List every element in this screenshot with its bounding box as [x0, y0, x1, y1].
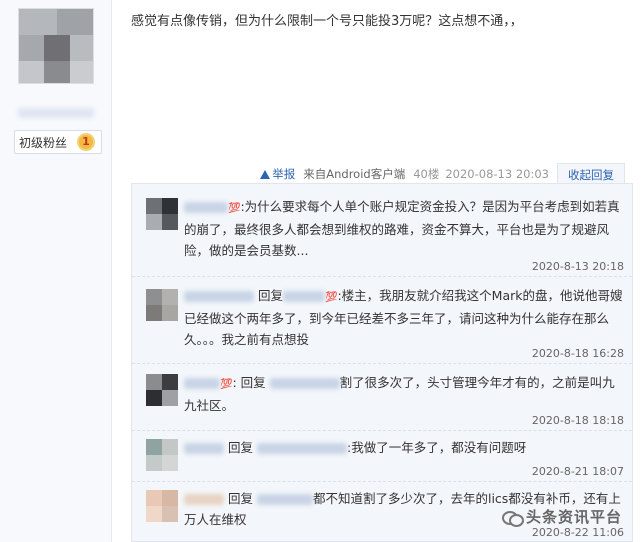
reply-avatar[interactable] [146, 289, 178, 321]
report-label: 举报 [272, 167, 296, 181]
watermark-text: 头条资讯平台 [525, 508, 622, 526]
hot-badge: 💯 [325, 292, 338, 303]
reply-username-blurred[interactable] [184, 378, 220, 389]
replied-username-blurred[interactable] [269, 378, 340, 389]
reply-to-label: 回复 [227, 491, 253, 506]
post-meta-bar: 举报 来自Android客户端 40楼 2020-08-13 20:03 收起回… [260, 162, 625, 186]
reply-body: 💯: 回复 割了很多次了，头寸管理今年才有的，之前是叫九九社区。 [184, 375, 615, 413]
reply-to-label: 回复 [240, 375, 266, 390]
fan-level-label: 初级粉丝 [19, 135, 68, 150]
warning-icon [260, 169, 271, 179]
reply-username-blurred[interactable] [184, 291, 254, 302]
fan-level-badge[interactable]: 初级粉丝 1 [14, 130, 102, 154]
reply-body: 回复 :我做了一年多了，都没有问题呀 [184, 437, 624, 458]
reply-list: 💯:为什么要求每个人单个账户规定资金投入？是因为平台考虑到如若真的崩了，最终很多… [131, 183, 633, 542]
replied-username-blurred[interactable] [283, 291, 325, 302]
hot-badge: 💯 [220, 379, 233, 390]
post-timestamp: 2020-08-13 20:03 [445, 167, 549, 181]
reply-avatar[interactable] [146, 374, 178, 406]
replied-username-blurred[interactable] [256, 494, 313, 505]
reply-timestamp: 2020-8-18 16:28 [531, 347, 624, 360]
user-sidebar: 初级粉丝 1 [0, 0, 112, 542]
hot-badge: 💯 [228, 203, 241, 214]
username-blurred[interactable] [18, 108, 94, 118]
reply-text: :为什么要求每个人单个账户规定资金投入？是因为平台考虑到如若真的崩了，最终很多人… [184, 199, 620, 258]
report-link[interactable]: 举报 [260, 166, 295, 182]
reply-avatar[interactable] [146, 490, 178, 522]
post-source: 来自Android客户端 [303, 167, 406, 181]
reply-item: 回复 :我做了一年多了，都没有问题呀 2020-8-21 18:07 [132, 431, 632, 482]
reply-item: 💯:为什么要求每个人单个账户规定资金投入？是因为平台考虑到如若真的崩了，最终很多… [132, 184, 632, 277]
reply-username-blurred[interactable] [184, 494, 224, 505]
reply-username-blurred[interactable] [184, 202, 228, 213]
reply-to-label: 回复 [257, 288, 283, 303]
watermark: 头条资讯平台 [501, 506, 622, 527]
replied-username-blurred[interactable] [256, 443, 347, 454]
reply-timestamp: 2020-8-21 18:07 [531, 465, 624, 478]
reply-timestamp: 2020-8-18 18:18 [531, 414, 624, 427]
medal-icon: 1 [77, 133, 95, 151]
reply-text: :我做了一年多了，都没有问题呀 [346, 440, 527, 455]
reply-item: 回复 💯:楼主，我朋友就介绍我这个Mark的盘，他说他哥嫂已经做这个两年多了，到今… [132, 277, 632, 364]
reply-username-blurred[interactable] [184, 443, 224, 454]
reply-body: 回复 💯:楼主，我朋友就介绍我这个Mark的盘，他说他哥嫂已经做这个两年多了，到今… [184, 285, 624, 350]
reply-to-label: 回复 [227, 440, 253, 455]
post-content: 感觉有点像传销，但为什么限制一个号只能投3万呢？这点想不通，， [131, 14, 523, 29]
user-avatar[interactable] [18, 8, 94, 84]
reply-avatar[interactable] [146, 198, 178, 230]
chat-bubbles-icon [501, 510, 524, 527]
reply-timestamp: 2020-8-13 20:18 [531, 260, 624, 273]
post-floor: 40楼 [413, 167, 440, 181]
reply-body: 💯:为什么要求每个人单个账户规定资金投入？是因为平台考虑到如若真的崩了，最终很多… [184, 196, 624, 261]
reply-item: 💯: 回复 割了很多次了，头寸管理今年才有的，之前是叫九九社区。 2020-8-… [132, 364, 632, 431]
reply-avatar[interactable] [146, 439, 178, 471]
reply-timestamp: 2020-8-22 11:06 [531, 526, 624, 539]
